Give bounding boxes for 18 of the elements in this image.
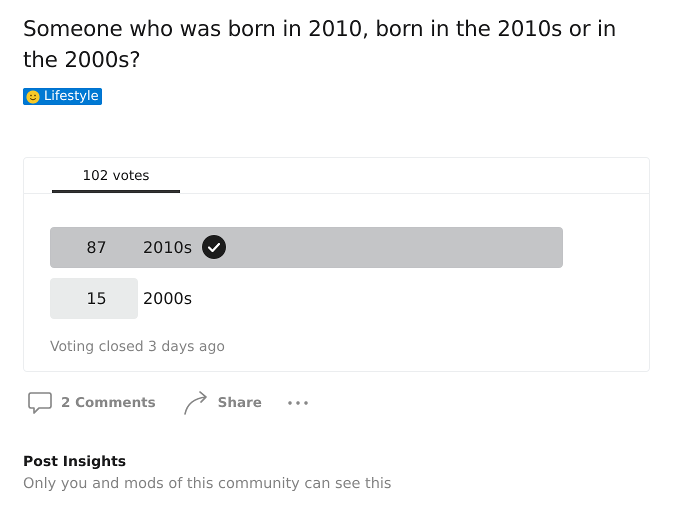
poll-option[interactable]: 87 2010s [50, 226, 651, 268]
votes-tab[interactable]: 102 votes [52, 158, 180, 192]
speech-bubble-icon [27, 390, 53, 416]
check-icon [202, 235, 226, 259]
insights-note: Only you and mods of this community can see this [23, 476, 392, 492]
poll-status: Voting closed 3 days ago [50, 338, 226, 354]
option-label: 2010s [143, 238, 192, 256]
share-button[interactable]: Share [182, 386, 262, 420]
option-label: 2000s [143, 288, 192, 308]
flair-tag[interactable]: Lifestyle [23, 88, 102, 105]
poll-option[interactable]: 15 2000s [50, 278, 651, 318]
vote-count: 87 [85, 238, 108, 256]
comments-button[interactable]: 2 Comments [27, 386, 156, 420]
smiley-icon [26, 90, 40, 104]
insights-heading: Post Insights [23, 454, 128, 470]
more-icon [288, 400, 308, 404]
post-title: Someone who was born in 2010, born in the 2010s or in the 2000s? [23, 16, 618, 75]
vote-count: 15 [85, 288, 108, 308]
